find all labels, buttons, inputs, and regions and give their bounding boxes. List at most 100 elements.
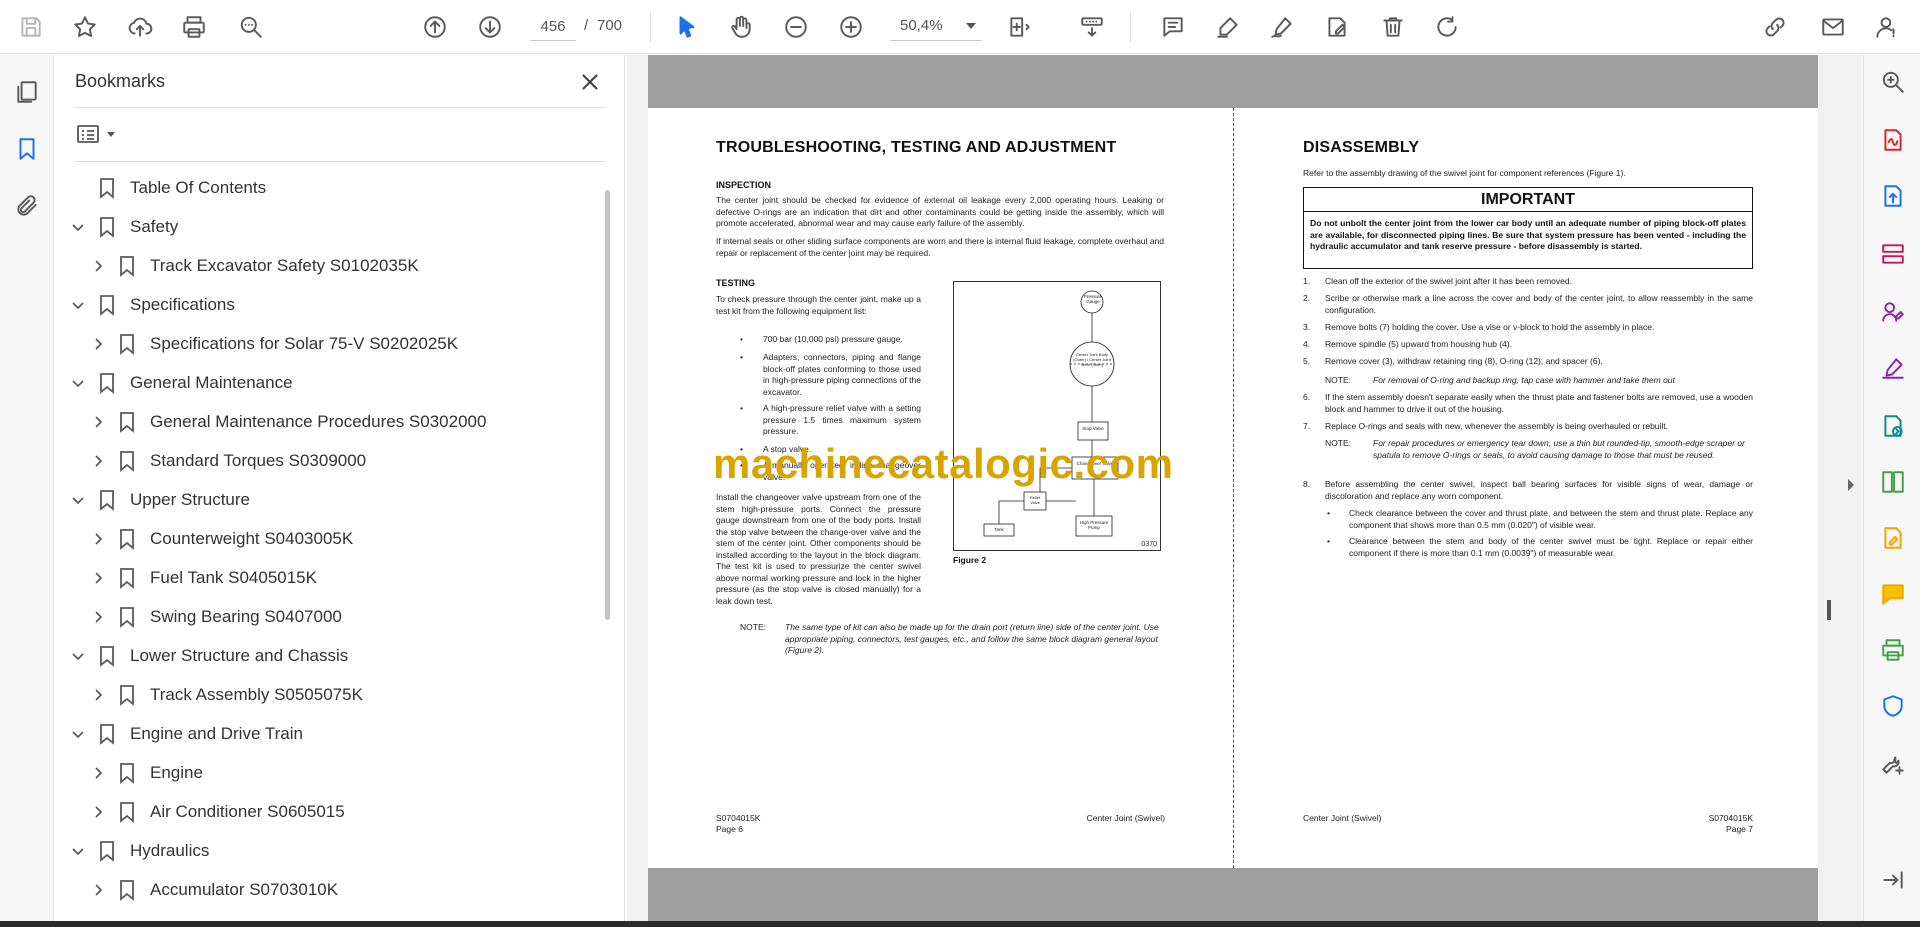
bookmark-item[interactable]: Counterweight S0403005K [90, 522, 353, 556]
bookmark-item[interactable]: Safety [70, 210, 178, 244]
chevron-right-icon[interactable] [90, 765, 106, 781]
zoom-search-icon[interactable] [1876, 65, 1910, 99]
bookmark-icon [98, 723, 116, 745]
chevron-right-icon[interactable] [90, 882, 106, 898]
chevron-right-icon[interactable] [90, 570, 106, 586]
page-fit-icon[interactable] [1003, 10, 1037, 44]
delete-icon[interactable] [1376, 10, 1410, 44]
star-icon[interactable] [68, 10, 102, 44]
bookmark-icon [98, 489, 116, 511]
chevron-down-icon[interactable] [70, 843, 86, 859]
chevron-right-icon[interactable] [90, 414, 106, 430]
bookmark-options-button[interactable] [75, 119, 121, 149]
bookmark-item[interactable]: Hydraulics [70, 834, 209, 868]
send-for-review-icon[interactable] [1876, 409, 1910, 443]
collapse-right-panel-icon[interactable] [1842, 470, 1860, 500]
sign-icon[interactable] [1265, 10, 1299, 44]
chevron-right-icon[interactable] [90, 336, 106, 352]
next-page-icon[interactable] [473, 10, 507, 44]
bookmark-item[interactable]: Upper Structure [70, 483, 250, 517]
bookmark-item[interactable]: Specifications [70, 288, 235, 322]
chevron-down-icon[interactable] [70, 297, 86, 313]
page-number-input[interactable] [530, 13, 576, 41]
chevron-right-icon[interactable] [90, 531, 106, 547]
bookmark-item[interactable]: Standard Torques S0309000 [90, 444, 366, 478]
bookmark-item[interactable]: Fuel Tank S0405015K [90, 561, 317, 595]
previous-page-icon[interactable] [418, 10, 452, 44]
save-icon[interactable] [14, 10, 48, 44]
chevron-down-icon[interactable] [70, 726, 86, 742]
zoom-level-dropdown[interactable]: 50,4% [890, 13, 982, 41]
bookmark-item[interactable]: Specifications for Solar 75-V S0202025K [90, 327, 458, 361]
zoom-out-icon[interactable] [779, 10, 813, 44]
edit-text-icon[interactable] [1320, 10, 1354, 44]
chevron-down-icon[interactable] [70, 219, 86, 235]
print-icon[interactable] [177, 10, 211, 44]
chevron-down-icon[interactable] [70, 648, 86, 664]
bookmark-icon [118, 528, 136, 550]
request-signature-icon[interactable] [1876, 295, 1910, 329]
step-number: 8. [1303, 479, 1311, 489]
find-icon[interactable] [234, 10, 268, 44]
chevron-down-icon[interactable] [70, 375, 86, 391]
chevron-right-icon[interactable] [90, 687, 106, 703]
bookmark-item[interactable]: Table Of Contents [70, 171, 266, 205]
note-text: For removal of O-ring and backup ring, t… [1373, 375, 1675, 385]
fill-sign-icon[interactable] [1876, 351, 1910, 385]
account-icon[interactable] [1870, 10, 1904, 44]
bookmark-item[interactable]: General Maintenance [70, 366, 293, 400]
chevron-down-icon[interactable] [70, 492, 86, 508]
bookmark-item[interactable]: Lower Structure and Chassis [70, 639, 348, 673]
chevron-right-icon[interactable] [90, 804, 106, 820]
bookmarks-icon[interactable] [10, 132, 44, 166]
bookmark-item[interactable]: Engine [90, 756, 203, 790]
email-icon[interactable] [1816, 10, 1850, 44]
export-pdf-icon[interactable] [1876, 123, 1910, 157]
bookmark-item[interactable]: Air Conditioner S0605015 [90, 795, 345, 829]
bullet-icon: • [740, 334, 743, 344]
bookmark-label: Track Assembly S0505075K [150, 685, 363, 704]
bookmark-label: General Maintenance [130, 373, 293, 392]
bookmark-icon [98, 216, 116, 238]
create-pdf-icon[interactable] [1876, 179, 1910, 213]
chevron-right-icon[interactable] [90, 258, 106, 274]
bookmark-tree: Table Of Contents Safety Track Excavator S… [55, 165, 600, 915]
highlight-pen-icon[interactable] [1211, 10, 1245, 44]
compare-files-icon[interactable] [1876, 465, 1910, 499]
attachments-icon[interactable] [10, 189, 44, 223]
organize-pages-icon[interactable] [1876, 237, 1910, 271]
bookmark-item[interactable]: Track Assembly S0505075K [90, 678, 363, 712]
bookmark-item[interactable]: General Maintenance Procedures S0302000 [90, 405, 486, 439]
select-cursor-icon[interactable] [670, 10, 704, 44]
bookmark-item[interactable]: Track Excavator Safety S0102035K [90, 249, 419, 283]
page-thumbnails-icon[interactable] [10, 75, 44, 109]
zoom-in-icon[interactable] [834, 10, 868, 44]
bookmark-icon [118, 450, 136, 472]
close-icon[interactable] [577, 69, 603, 95]
rotate-icon[interactable] [1430, 10, 1464, 44]
upload-cloud-icon[interactable] [123, 10, 157, 44]
collapse-tools-icon[interactable] [1876, 863, 1910, 897]
document-scrollbar[interactable] [1827, 600, 1831, 620]
more-tools-icon[interactable] [1876, 747, 1910, 781]
comment-tool-icon[interactable] [1876, 577, 1910, 611]
step-number: 4. [1303, 339, 1311, 349]
edit-pdf-icon[interactable] [1876, 521, 1910, 555]
bullet-icon: • [740, 352, 743, 362]
bookmarks-scrollbar[interactable] [605, 190, 610, 620]
share-link-icon[interactable] [1758, 10, 1792, 44]
bookmark-icon [98, 372, 116, 394]
bookmark-item[interactable]: Engine and Drive Train [70, 717, 303, 751]
chevron-right-icon[interactable] [90, 609, 106, 625]
print-production-icon[interactable] [1876, 633, 1910, 667]
chevron-right-icon[interactable] [90, 453, 106, 469]
figure-label: Tank [994, 527, 1004, 532]
bookmark-item[interactable]: Swing Bearing S0407000 [90, 600, 342, 634]
comment-icon[interactable] [1156, 10, 1190, 44]
bookmark-icon [118, 879, 136, 901]
protect-shield-icon[interactable] [1876, 689, 1910, 723]
hand-tool-icon[interactable] [724, 10, 758, 44]
bookmark-icon [118, 762, 136, 784]
bookmark-item[interactable]: Accumulator S0703010K [90, 873, 338, 907]
scroll-mode-icon[interactable] [1075, 10, 1109, 44]
